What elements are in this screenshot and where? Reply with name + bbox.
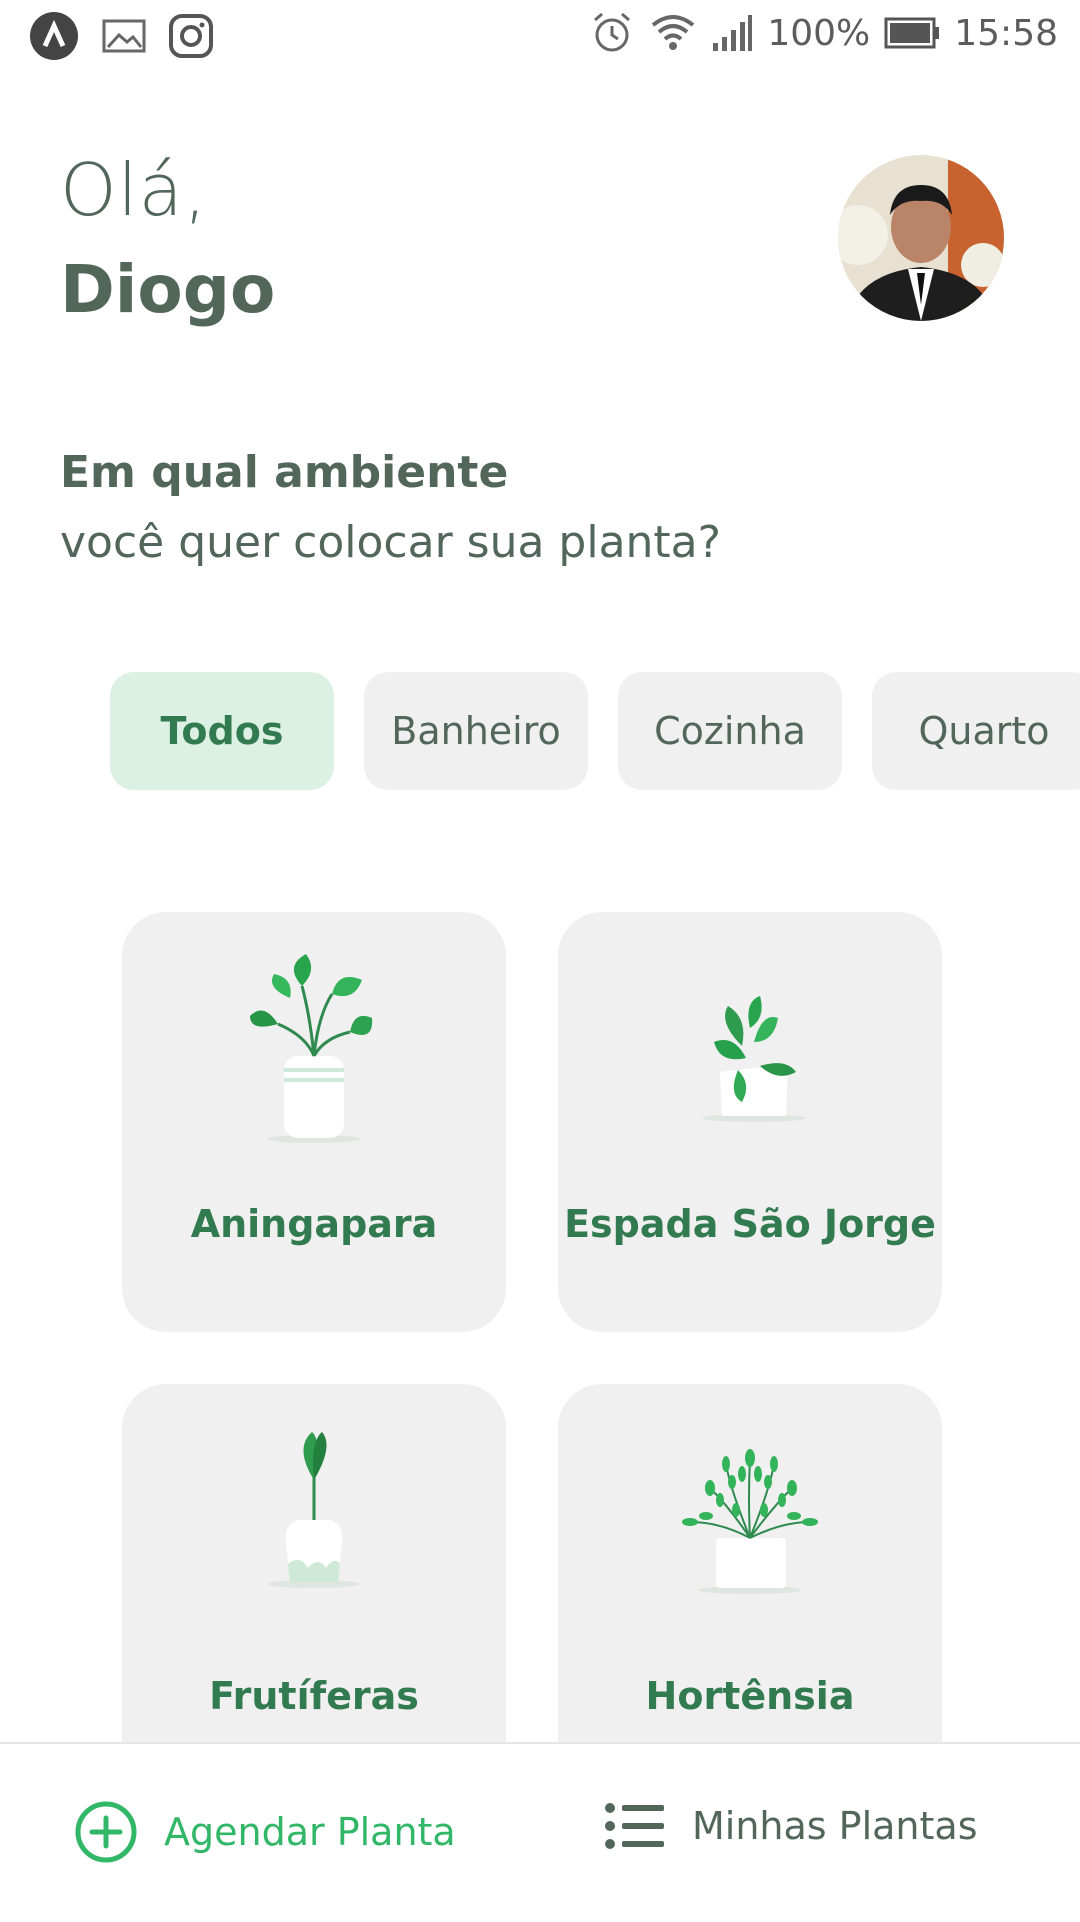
user-name: Diogo bbox=[60, 251, 276, 328]
bottom-nav: Agendar Planta Minhas Plantas bbox=[0, 1742, 1080, 1922]
alarm-icon bbox=[594, 12, 631, 52]
plant-name: Frutíferas bbox=[209, 1674, 419, 1718]
app-launcher-icon bbox=[30, 12, 78, 60]
status-bar: 100% 15:58 bbox=[0, 0, 1080, 74]
potted-plant-icon bbox=[250, 954, 373, 1143]
filter-chip-label: Todos bbox=[160, 709, 284, 753]
environment-title: Em qual ambiente bbox=[60, 447, 509, 498]
schedule-plant-label: Agendar Planta bbox=[164, 1810, 456, 1854]
plant-name: Hortênsia bbox=[645, 1674, 855, 1718]
gallery-icon bbox=[102, 19, 146, 53]
filter-chip-quarto[interactable]: Quarto bbox=[872, 672, 1080, 790]
greeting: Olá, Diogo bbox=[60, 150, 275, 330]
plant-card[interactable]: Hortênsia bbox=[558, 1384, 942, 1804]
environment-subtitle: você quer colocar sua planta? bbox=[60, 517, 721, 568]
avatar-photo bbox=[838, 155, 1004, 321]
filter-chip-todos[interactable]: Todos bbox=[110, 672, 334, 790]
my-plants-label: Minhas Plantas bbox=[692, 1804, 978, 1848]
greeting-hello: Olá, bbox=[60, 148, 208, 232]
battery-icon bbox=[884, 17, 940, 49]
avatar[interactable] bbox=[838, 155, 1004, 321]
battery-percent: 100% bbox=[767, 12, 871, 54]
filter-chip-label: Cozinha bbox=[654, 709, 806, 753]
filter-chip-label: Banheiro bbox=[391, 709, 561, 753]
environment-filters: Todos Banheiro Cozinha Quarto bbox=[110, 672, 1080, 792]
potted-plant-icon bbox=[268, 1432, 360, 1588]
filter-chip-label: Quarto bbox=[918, 709, 1050, 753]
plant-card[interactable]: Espada São Jorge bbox=[558, 912, 942, 1332]
signal-icon bbox=[713, 15, 753, 51]
potted-plant-icon bbox=[702, 996, 806, 1122]
instagram-icon bbox=[169, 14, 213, 58]
clock: 15:58 bbox=[954, 12, 1058, 54]
plant-card[interactable]: Frutíferas bbox=[122, 1384, 506, 1804]
filter-chip-banheiro[interactable]: Banheiro bbox=[364, 672, 588, 790]
environment-question: Em qual ambiente você quer colocar sua p… bbox=[60, 445, 721, 571]
schedule-plant-button[interactable]: Agendar Planta bbox=[74, 1800, 456, 1864]
list-icon bbox=[605, 1803, 664, 1849]
wifi-icon bbox=[652, 15, 695, 50]
potted-plant-icon bbox=[682, 1449, 818, 1594]
plant-card[interactable]: Aningapara bbox=[122, 912, 506, 1332]
plant-name: Aningapara bbox=[190, 1202, 438, 1246]
add-circle-icon bbox=[75, 1801, 137, 1863]
plant-name: Espada São Jorge bbox=[564, 1202, 936, 1246]
my-plants-button[interactable]: Minhas Plantas bbox=[604, 1800, 978, 1852]
filter-chip-cozinha[interactable]: Cozinha bbox=[618, 672, 842, 790]
